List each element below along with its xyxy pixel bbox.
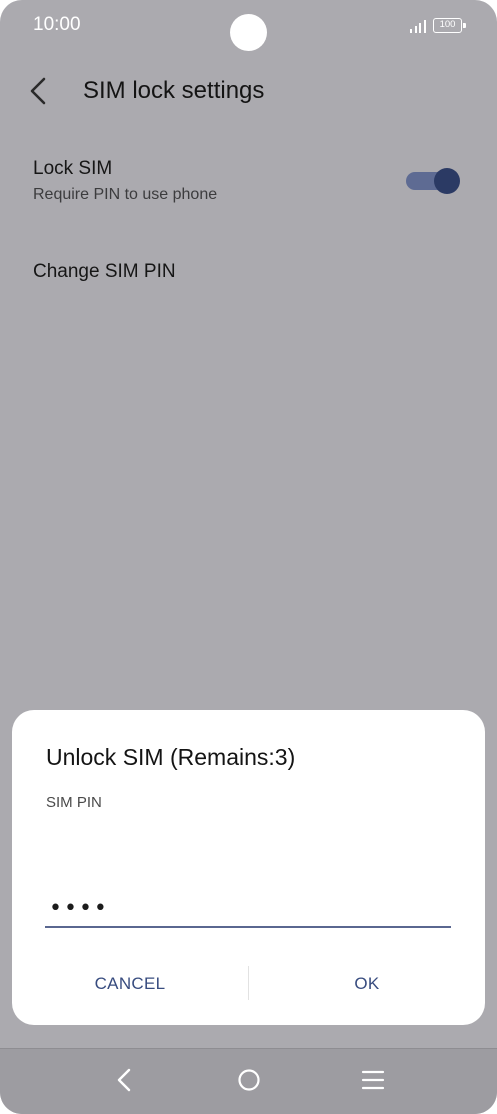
home-icon[interactable] <box>229 1062 269 1098</box>
navigation-bar <box>0 1048 497 1114</box>
toggle-thumb <box>434 168 460 194</box>
lock-sim-toggle[interactable] <box>404 167 462 195</box>
screen: 10:00 100 SIM lock settings Lock SIM Req… <box>0 0 497 1114</box>
battery-icon: 100 <box>433 18 462 33</box>
lock-sim-subtitle: Require PIN to use phone <box>33 186 218 203</box>
lock-sim-row[interactable]: Lock SIM Require PIN to use phone <box>0 150 497 220</box>
status-time: 10:00 <box>33 14 81 35</box>
back-icon[interactable] <box>104 1062 144 1098</box>
change-sim-pin-title: Change SIM PIN <box>33 261 176 282</box>
ok-button[interactable]: OK <box>249 962 485 1006</box>
nav-divider <box>0 1048 497 1049</box>
front-camera <box>230 14 267 51</box>
battery-tip <box>463 23 466 28</box>
battery-level: 100 <box>439 19 456 30</box>
menu-icon[interactable] <box>353 1062 393 1098</box>
unlock-sim-dialog: Unlock SIM (Remains:3) SIM PIN CANCEL OK <box>12 710 485 1025</box>
sim-pin-label: SIM PIN <box>46 794 102 811</box>
status-bar: 10:00 100 <box>0 0 497 52</box>
page-title: SIM lock settings <box>83 77 265 104</box>
sim-pin-input[interactable] <box>45 890 451 928</box>
back-arrow-icon[interactable] <box>26 76 54 106</box>
change-sim-pin-row[interactable]: Change SIM PIN <box>0 250 497 294</box>
cancel-button[interactable]: CANCEL <box>12 962 248 1006</box>
signal-icon <box>410 20 427 33</box>
dialog-title: Unlock SIM (Remains:3) <box>46 744 296 770</box>
lock-sim-title: Lock SIM <box>33 158 113 179</box>
